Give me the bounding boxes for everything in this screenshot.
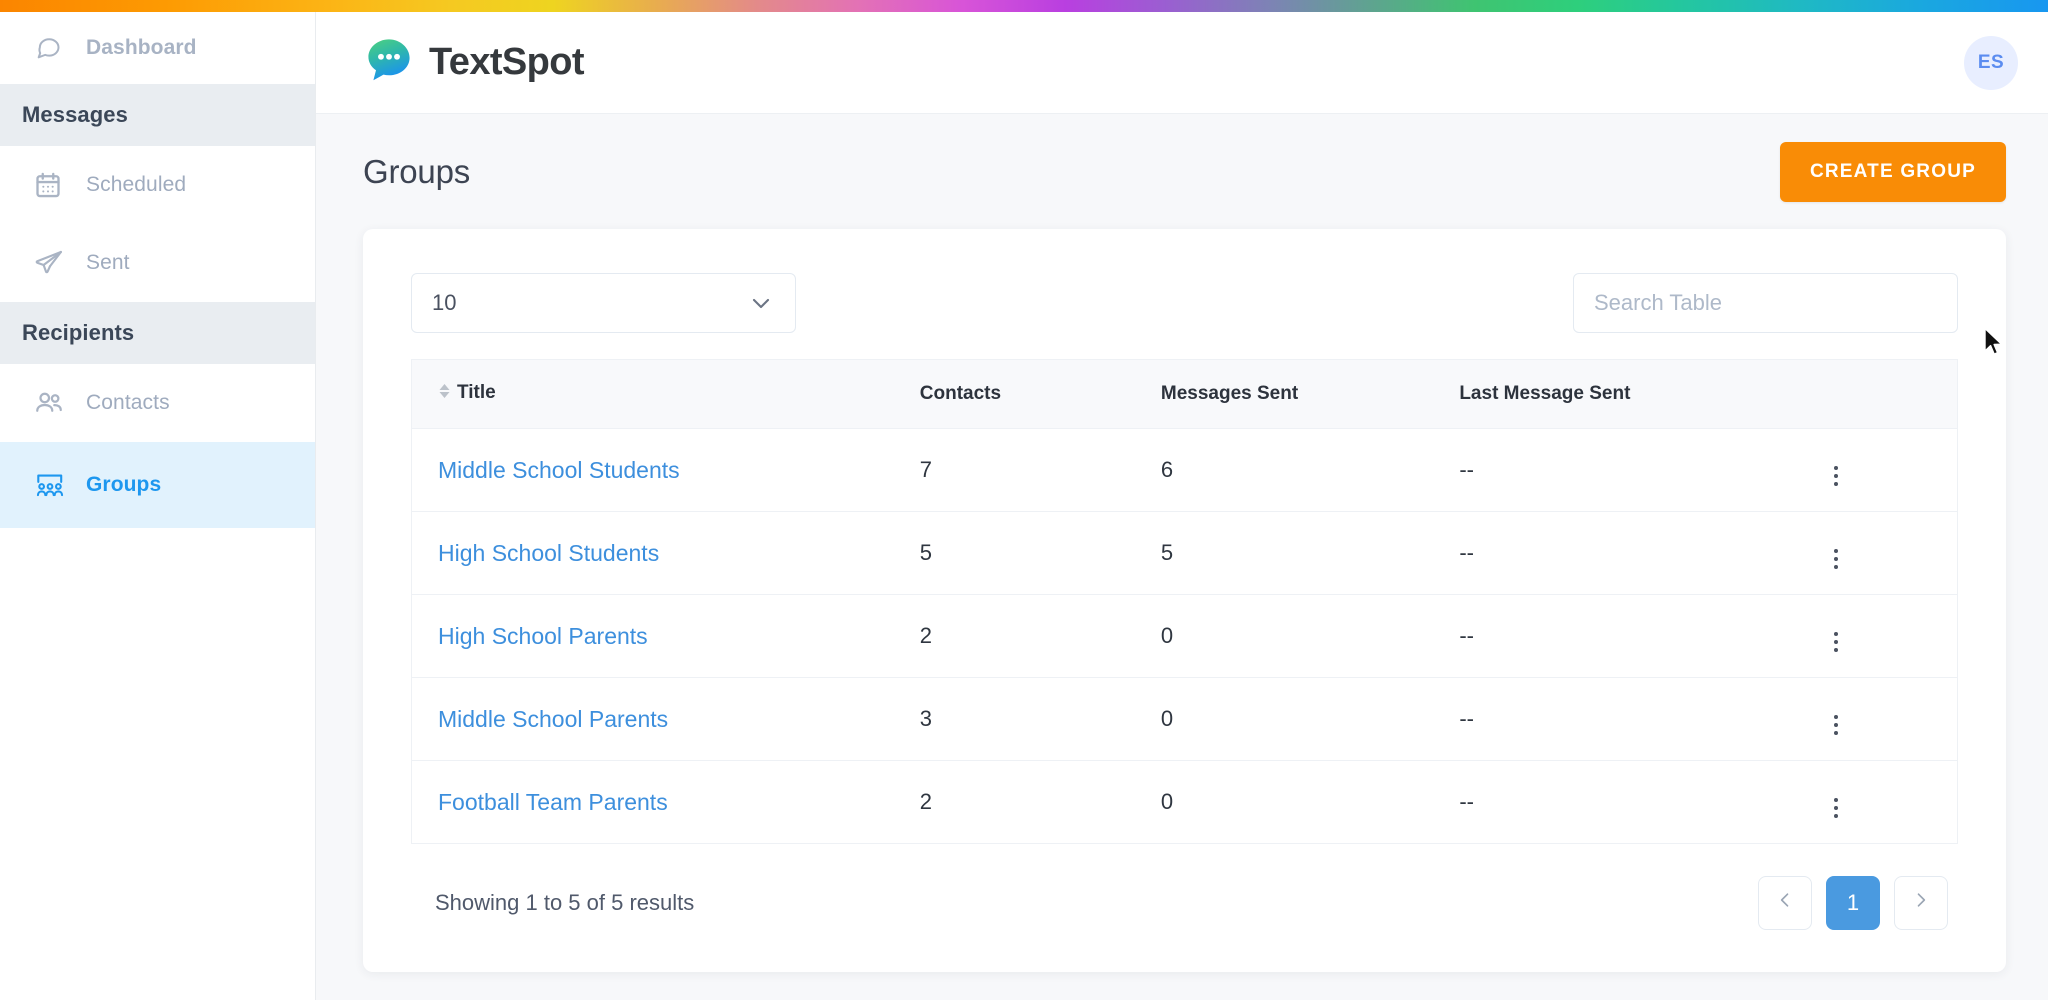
sidebar-item-groups[interactable]: Groups — [0, 442, 315, 528]
cell-actions — [1823, 677, 1958, 761]
sidebar-item-contacts[interactable]: Contacts — [0, 364, 315, 442]
cell-actions — [1823, 594, 1958, 678]
cell-contacts: 2 — [919, 789, 933, 814]
sidebar-item-label: Sent — [86, 251, 130, 274]
people-icon — [34, 388, 72, 418]
sidebar-section-recipients: Recipients — [0, 302, 315, 364]
calendar-icon — [34, 171, 72, 199]
rainbow-accent-bar — [0, 0, 2048, 12]
pagination: 1 — [1758, 876, 1948, 930]
cell-messages-sent: 6 — [1160, 428, 1460, 512]
sidebar-item-label: Scheduled — [86, 173, 187, 196]
column-header-contacts: Contacts — [919, 359, 1161, 429]
sidebar: Dashboard Messages Scheduled Sent Recipi… — [0, 12, 316, 1000]
cell-last-message-sent: -- — [1459, 594, 1824, 678]
cell-actions — [1823, 511, 1958, 595]
row-menu-icon[interactable] — [1824, 462, 1848, 490]
sidebar-section-label: Recipients — [22, 320, 135, 345]
sort-icon — [438, 382, 451, 406]
page-header: Groups CREATE GROUP — [316, 114, 2048, 229]
cell-last-message-sent: -- — [1459, 677, 1824, 761]
table-row: High School Parents 2 0 -- — [411, 594, 1958, 678]
table-body: Middle School Students 7 6 -- High Schoo… — [411, 428, 1958, 844]
cell-title: High School Students — [411, 511, 920, 595]
sidebar-item-label: Groups — [86, 473, 162, 496]
cell-actions — [1824, 761, 1958, 844]
create-group-button[interactable]: CREATE GROUP — [1779, 141, 2006, 202]
sidebar-item-dashboard[interactable]: Dashboard — [0, 12, 315, 84]
cell-last-message-sent: -- — [1459, 428, 1824, 512]
sidebar-item-label: Dashboard — [86, 36, 197, 59]
pagination-prev-button[interactable] — [1758, 876, 1812, 930]
brand-name: TextSpot — [429, 41, 585, 83]
group-link[interactable]: Middle School Parents — [438, 706, 668, 732]
sidebar-item-label: Contacts — [86, 391, 170, 414]
table-footer: Showing 1 to 5 of 5 results 1 — [411, 844, 1958, 930]
cell-messages-sent: 0 — [1160, 789, 1174, 814]
page-title: Groups — [363, 152, 471, 190]
cell-title: Football Team Parents — [412, 761, 920, 844]
table-header-row: Title Contacts Messages Sent Last Messag… — [411, 359, 1958, 429]
pagination-next-button[interactable] — [1894, 876, 1948, 930]
chevron-left-icon — [1775, 890, 1795, 916]
table-row: Football Team Parents 2 0 -- — [412, 761, 1958, 844]
row-menu-icon[interactable] — [1824, 545, 1848, 573]
main-content: Groups CREATE GROUP 10 Search Table Titl… — [316, 114, 2048, 1000]
row-menu-icon[interactable] — [1824, 794, 1848, 822]
column-header-label: Title — [457, 382, 496, 403]
row-menu-icon[interactable] — [1824, 711, 1848, 739]
column-header-title[interactable]: Title — [411, 359, 920, 429]
table-row: Middle School Students 7 6 -- — [411, 428, 1958, 512]
cell-contacts: 7 — [919, 428, 1161, 512]
pagination-page-1-button[interactable]: 1 — [1826, 876, 1880, 930]
column-header-messages-sent: Messages Sent — [1160, 359, 1460, 429]
group-link[interactable]: High School Students — [438, 540, 659, 566]
search-input[interactable] — [1573, 273, 1958, 333]
cell-title: Middle School Parents — [411, 677, 920, 761]
group-link[interactable]: Middle School Students — [438, 457, 680, 483]
cell-contacts: 2 — [919, 594, 1161, 678]
group-link[interactable]: High School Parents — [438, 623, 648, 649]
app-header: TextSpot ES — [316, 12, 2048, 114]
groups-table-card: 10 Tit — [363, 229, 2006, 972]
chevron-right-icon — [1911, 890, 1931, 916]
results-summary: Showing 1 to 5 of 5 results — [435, 890, 695, 915]
cell-messages-sent: 0 — [1160, 677, 1460, 761]
table-row: Middle School Parents 3 0 -- — [411, 677, 1958, 761]
chevron-down-icon — [749, 291, 773, 315]
page-size-value: 10 — [432, 290, 457, 315]
row-menu-icon[interactable] — [1824, 628, 1848, 656]
group-link[interactable]: Football Team Parents — [438, 789, 668, 815]
brand-logo[interactable]: TextSpot — [363, 34, 585, 91]
cell-title: High School Parents — [411, 594, 920, 678]
cell-actions — [1823, 428, 1958, 512]
cell-contacts: 3 — [919, 677, 1161, 761]
cell-title: Middle School Students — [411, 428, 920, 512]
paper-plane-icon — [34, 248, 72, 278]
cell-messages-sent: 0 — [1160, 594, 1460, 678]
cell-contacts: 5 — [919, 511, 1161, 595]
column-header-actions — [1823, 359, 1958, 429]
cell-messages-sent: 5 — [1160, 511, 1460, 595]
cell-last-message-sent: -- — [1459, 789, 1474, 814]
page-size-select[interactable]: 10 — [411, 273, 796, 333]
table-controls: 10 — [411, 259, 1958, 359]
chat-bubble-icon — [34, 34, 72, 62]
sidebar-section-messages: Messages — [0, 84, 315, 146]
table-row: High School Students 5 5 -- — [411, 511, 1958, 595]
sidebar-item-scheduled[interactable]: Scheduled — [0, 146, 315, 224]
groups-icon — [34, 469, 72, 501]
sidebar-section-label: Messages — [22, 102, 128, 127]
table-header: Title Contacts Messages Sent Last Messag… — [411, 359, 1958, 429]
cell-last-message-sent: -- — [1459, 511, 1824, 595]
column-header-last-message-sent: Last Message Sent — [1459, 359, 1824, 429]
chat-bubble-logo-icon — [363, 34, 415, 91]
sidebar-item-sent[interactable]: Sent — [0, 224, 315, 302]
avatar[interactable]: ES — [1964, 35, 2018, 90]
groups-table: Title Contacts Messages Sent Last Messag… — [411, 359, 1958, 844]
